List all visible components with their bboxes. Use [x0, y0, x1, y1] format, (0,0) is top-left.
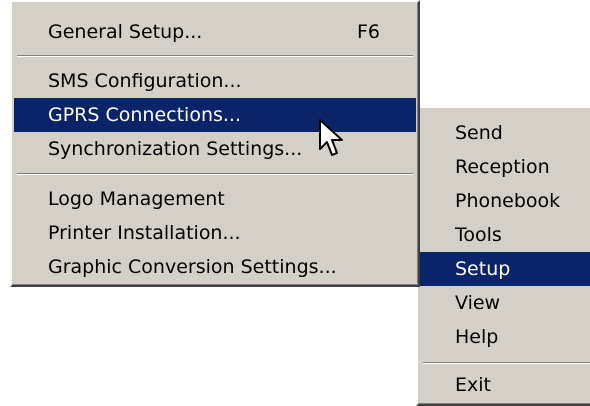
menu-item-sms-configuration[interactable]: SMS Configuration... [14, 64, 416, 98]
menu-separator [17, 55, 413, 57]
menu-item-label: Setup [455, 258, 511, 280]
main-context-menu: Send Reception Phonebook Tools Setup Vie… [416, 106, 590, 406]
menu-item-synchronization-settings[interactable]: Synchronization Settings... [14, 132, 416, 166]
menu-item-label: Printer Installation... [48, 222, 241, 244]
menu-item-printer-installation[interactable]: Printer Installation... [14, 216, 416, 250]
menu-item-tools[interactable]: Tools [420, 218, 590, 252]
shortcut-label: F6 [357, 21, 381, 43]
menu-item-label: Logo Management [48, 188, 225, 210]
menu-item-label: Exit [455, 374, 491, 396]
menu-item-label: View [455, 292, 501, 314]
menu-item-view[interactable]: View [420, 286, 590, 320]
mouse-pointer-icon [319, 119, 343, 156]
menu-item-send[interactable]: Send [420, 116, 590, 150]
menu-item-label: General Setup... [48, 21, 203, 43]
menu-item-gprs-connections[interactable]: GPRS Connections... [14, 98, 416, 132]
menu-item-setup[interactable]: Setup [420, 252, 590, 286]
menu-item-label: Phonebook [455, 190, 561, 212]
menu-item-label: Send [455, 122, 503, 144]
setup-submenu: General Setup... F6 SMS Configuration...… [10, 0, 420, 287]
menu-separator [423, 362, 590, 364]
menu-item-logo-management[interactable]: Logo Management [14, 182, 416, 216]
menu-item-phonebook[interactable]: Phonebook [420, 184, 590, 218]
menu-item-general-setup[interactable]: General Setup... F6 [14, 15, 416, 49]
menu-item-label: SMS Configuration... [48, 70, 242, 92]
menu-item-graphic-conversion-settings[interactable]: Graphic Conversion Settings... [14, 250, 416, 284]
menu-item-label: Tools [455, 224, 502, 246]
menu-item-label: Synchronization Settings... [48, 138, 303, 160]
menu-item-label: Reception [455, 156, 550, 178]
menu-item-label: GPRS Connections... [48, 104, 242, 126]
menu-item-exit[interactable]: Exit [420, 368, 590, 402]
menu-item-label: Help [455, 326, 499, 348]
menu-item-help[interactable]: Help [420, 320, 590, 354]
menu-item-reception[interactable]: Reception [420, 150, 590, 184]
menu-item-label: Graphic Conversion Settings... [48, 256, 337, 278]
menu-separator [17, 173, 413, 175]
